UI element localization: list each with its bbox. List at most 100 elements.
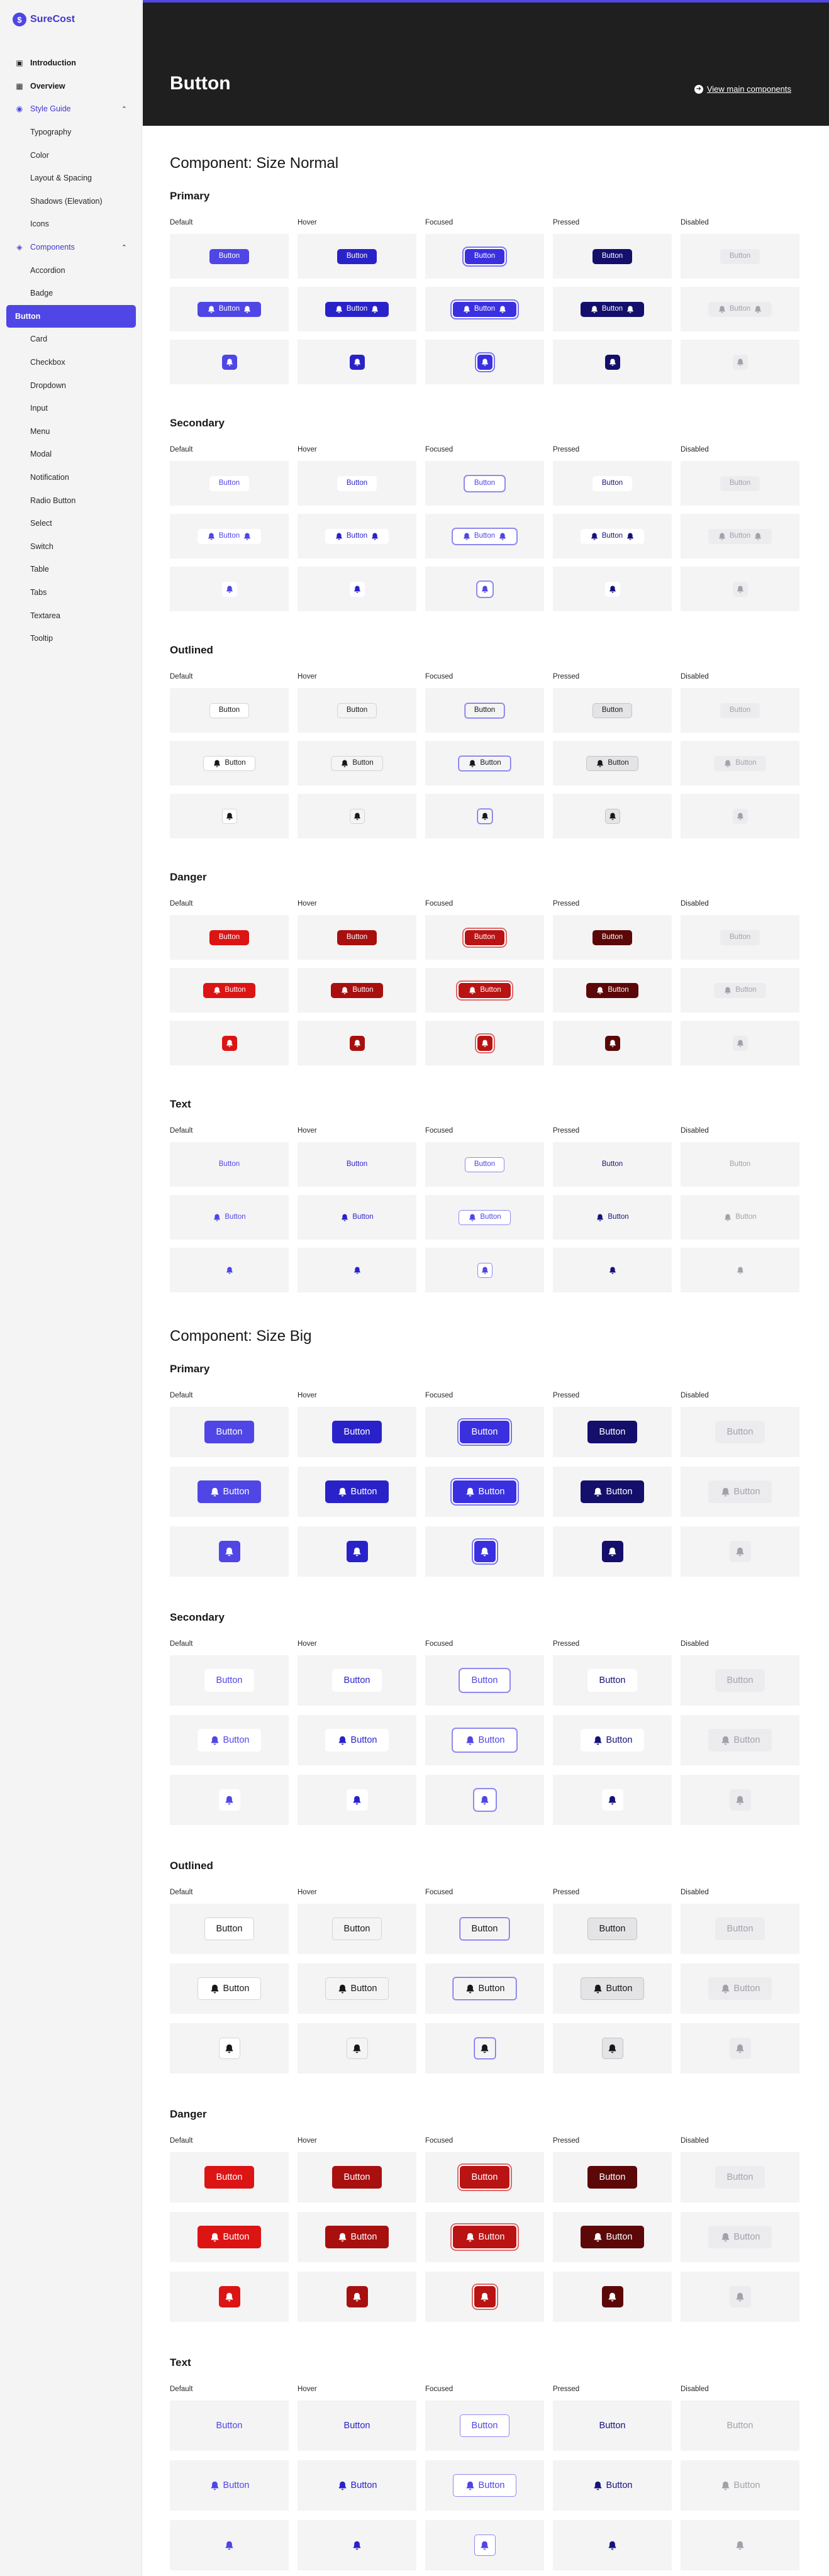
sidebar-item-select[interactable]: Select <box>6 512 136 535</box>
primary-icon-button-focused[interactable] <box>474 1541 496 1562</box>
text-button-disabled[interactable]: Button <box>720 1157 760 1172</box>
secondary-button-pressed[interactable]: Button <box>592 475 633 491</box>
danger-icon-label-button-pressed[interactable]: Button <box>580 2226 645 2248</box>
outlined-icon-button-focused[interactable] <box>477 808 492 824</box>
text-button-focused[interactable]: Button <box>464 1157 505 1172</box>
outlined-button-pressed[interactable]: Button <box>587 1918 638 1940</box>
danger-icon-label-button-hover[interactable]: Button <box>325 2226 389 2248</box>
sidebar-item-tooltip[interactable]: Tooltip <box>6 627 136 650</box>
text-icon-button-pressed[interactable] <box>602 2534 623 2556</box>
primary-button-disabled[interactable]: Button <box>715 1421 765 1443</box>
view-main-components-link[interactable]: ➜ View main components <box>694 84 791 94</box>
sidebar-item-input[interactable]: Input <box>6 397 136 420</box>
text-icon-button-pressed[interactable] <box>605 1263 620 1278</box>
danger-icon-button-disabled[interactable] <box>732 1035 748 1051</box>
secondary-icon-label-button-default[interactable]: Button <box>197 528 262 544</box>
text-icon-label-button-default[interactable]: Button <box>198 2474 262 2497</box>
secondary-button-focused[interactable]: Button <box>459 1669 510 1692</box>
outlined-icon-label-button-pressed[interactable]: Button <box>580 1977 645 2000</box>
outlined-button-pressed[interactable]: Button <box>592 702 633 718</box>
outlined-icon-button-focused[interactable] <box>474 2038 496 2059</box>
sidebar-item-color[interactable]: Color <box>6 143 136 167</box>
outlined-icon-label-button-pressed[interactable]: Button <box>586 755 638 771</box>
primary-icon-label-button-default[interactable]: Button <box>197 1480 262 1503</box>
text-icon-label-button-default[interactable]: Button <box>203 1210 255 1225</box>
primary-icon-button-focused[interactable] <box>477 354 492 370</box>
outlined-icon-button-disabled[interactable] <box>729 2038 751 2059</box>
secondary-icon-label-button-disabled[interactable]: Button <box>708 528 772 544</box>
sidebar-item-menu[interactable]: Menu <box>6 420 136 443</box>
text-icon-label-button-pressed[interactable]: Button <box>586 1210 638 1225</box>
secondary-icon-label-button-disabled[interactable]: Button <box>708 1729 772 1752</box>
sidebar-item-typography[interactable]: Typography <box>6 121 136 144</box>
text-button-default[interactable]: Button <box>209 1157 249 1172</box>
primary-icon-label-button-default[interactable]: Button <box>197 301 262 317</box>
danger-icon-label-button-disabled[interactable]: Button <box>708 2226 772 2248</box>
secondary-icon-button-default[interactable] <box>221 581 237 597</box>
danger-icon-label-button-default[interactable]: Button <box>203 982 255 998</box>
danger-button-pressed[interactable]: Button <box>587 2166 638 2189</box>
text-icon-label-button-hover[interactable]: Button <box>331 1210 382 1225</box>
danger-button-focused[interactable]: Button <box>464 930 505 945</box>
outlined-icon-button-hover[interactable] <box>346 2038 368 2059</box>
sidebar-item-components[interactable]: ◈ Components ⌃ <box>6 236 136 259</box>
danger-button-focused[interactable]: Button <box>459 2166 510 2189</box>
secondary-icon-button-pressed[interactable] <box>601 1789 623 1811</box>
danger-icon-label-button-hover[interactable]: Button <box>331 982 383 998</box>
danger-icon-label-button-pressed[interactable]: Button <box>586 982 638 998</box>
text-button-focused[interactable]: Button <box>459 2414 510 2437</box>
primary-icon-label-button-pressed[interactable]: Button <box>580 301 645 317</box>
text-icon-button-focused[interactable] <box>474 2534 496 2556</box>
outlined-button-disabled[interactable]: Button <box>715 1918 765 1940</box>
secondary-icon-button-disabled[interactable] <box>729 1789 751 1811</box>
secondary-button-focused[interactable]: Button <box>464 475 505 491</box>
danger-button-disabled[interactable]: Button <box>720 930 760 945</box>
secondary-icon-button-default[interactable] <box>218 1789 240 1811</box>
secondary-icon-label-button-focused[interactable]: Button <box>452 528 517 544</box>
secondary-icon-label-button-pressed[interactable]: Button <box>580 1729 645 1752</box>
sidebar-item-radio-button[interactable]: Radio Button <box>6 489 136 512</box>
primary-button-hover[interactable]: Button <box>331 1421 382 1443</box>
danger-icon-label-button-focused[interactable]: Button <box>459 982 511 998</box>
primary-icon-button-hover[interactable] <box>346 1541 368 1562</box>
danger-icon-label-button-default[interactable]: Button <box>197 2226 262 2248</box>
primary-icon-button-default[interactable] <box>221 354 237 370</box>
sidebar-item-dropdown[interactable]: Dropdown <box>6 374 136 397</box>
danger-button-hover[interactable]: Button <box>331 2166 382 2189</box>
text-icon-button-disabled[interactable] <box>730 2534 751 2556</box>
primary-icon-button-pressed[interactable] <box>601 1541 623 1562</box>
primary-icon-button-default[interactable] <box>218 1541 240 1562</box>
sidebar-item-table[interactable]: Table <box>6 558 136 581</box>
secondary-icon-label-button-hover[interactable]: Button <box>325 528 389 544</box>
primary-icon-label-button-pressed[interactable]: Button <box>580 1480 645 1503</box>
outlined-button-hover[interactable]: Button <box>331 1918 382 1940</box>
sidebar-item-badge[interactable]: Badge <box>6 282 136 305</box>
danger-button-pressed[interactable]: Button <box>592 930 633 945</box>
danger-icon-button-default[interactable] <box>218 2286 240 2307</box>
danger-icon-button-focused[interactable] <box>474 2286 496 2307</box>
text-icon-label-button-disabled[interactable]: Button <box>708 2474 772 2497</box>
primary-icon-label-button-disabled[interactable]: Button <box>708 1480 772 1503</box>
sidebar-item-layout-spacing[interactable]: Layout & Spacing <box>6 167 136 190</box>
danger-icon-label-button-disabled[interactable]: Button <box>714 982 766 998</box>
danger-button-disabled[interactable]: Button <box>715 2166 765 2189</box>
outlined-icon-button-pressed[interactable] <box>601 2038 623 2059</box>
sidebar-item-accordion[interactable]: Accordion <box>6 258 136 282</box>
text-icon-button-hover[interactable] <box>350 1263 365 1278</box>
danger-icon-button-hover[interactable] <box>346 2286 368 2307</box>
sidebar-item-notification[interactable]: Notification <box>6 466 136 489</box>
text-icon-button-disabled[interactable] <box>733 1263 748 1278</box>
primary-button-disabled[interactable]: Button <box>720 248 760 264</box>
secondary-icon-button-hover[interactable] <box>346 1789 368 1811</box>
primary-icon-label-button-disabled[interactable]: Button <box>708 301 772 317</box>
outlined-icon-button-hover[interactable] <box>349 808 365 824</box>
sidebar-item-button[interactable]: Button <box>6 304 136 328</box>
text-button-disabled[interactable]: Button <box>715 2414 765 2437</box>
outlined-button-focused[interactable]: Button <box>464 702 505 718</box>
text-icon-button-default[interactable] <box>222 1263 237 1278</box>
danger-icon-button-pressed[interactable] <box>604 1035 620 1051</box>
outlined-icon-button-pressed[interactable] <box>604 808 620 824</box>
danger-icon-button-default[interactable] <box>221 1035 237 1051</box>
secondary-icon-label-button-hover[interactable]: Button <box>325 1729 389 1752</box>
text-icon-button-focused[interactable] <box>477 1262 492 1278</box>
